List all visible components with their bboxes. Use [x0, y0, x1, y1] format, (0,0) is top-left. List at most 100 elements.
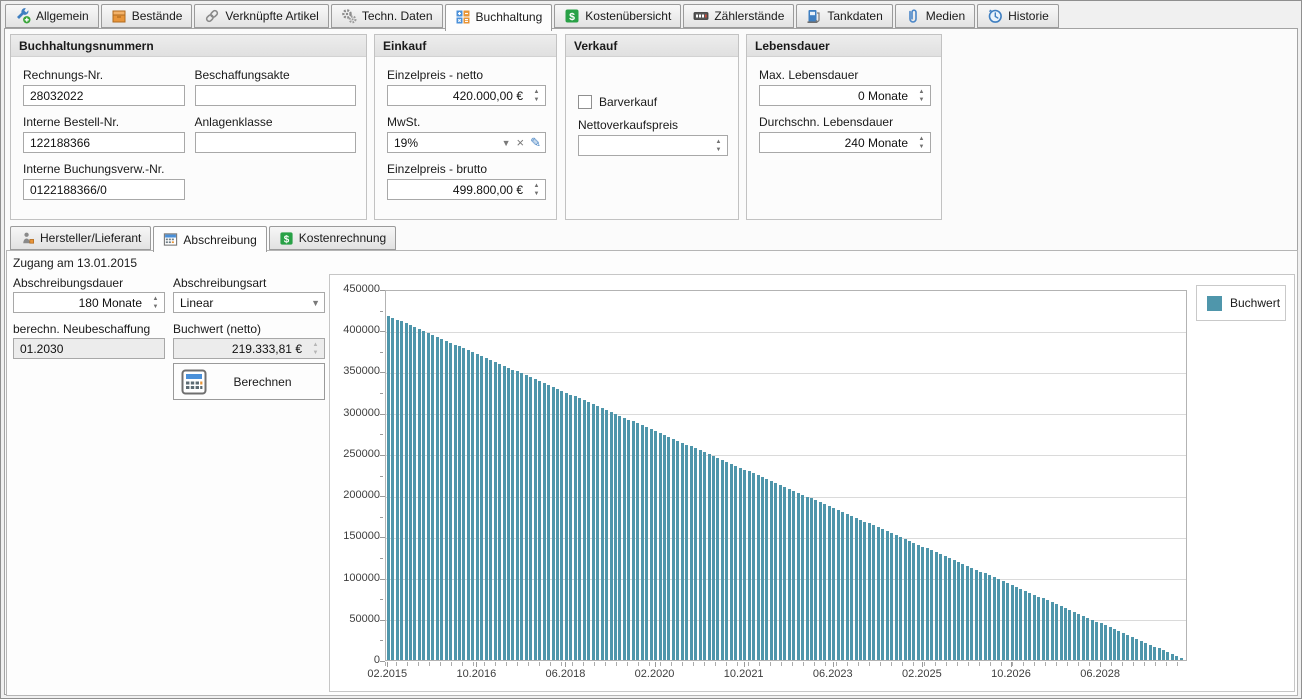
bar: [503, 366, 506, 660]
bar: [596, 406, 599, 660]
field-label: Anlagenklasse: [195, 115, 357, 129]
bar: [1019, 589, 1022, 660]
bar: [1068, 610, 1071, 660]
bar: [895, 535, 898, 660]
x-tick-mark: [565, 662, 566, 667]
edit-pencil-icon[interactable]: ✎: [530, 135, 541, 151]
plot-area: [385, 290, 1187, 661]
bar: [957, 562, 960, 660]
main-tabbar: Allgemein Bestände Verknüpfte Artikel Te…: [5, 4, 1059, 28]
checkbox-label: Barverkauf: [599, 95, 657, 109]
bar: [1082, 616, 1085, 660]
max-lebensdauer-input[interactable]: [760, 86, 930, 105]
x-axis-minor-ticks: [385, 662, 1187, 666]
einzelpreis-netto-input[interactable]: [388, 86, 545, 105]
y-tick-mark: [380, 620, 385, 621]
einzelpreis-brutto-input[interactable]: [388, 180, 545, 199]
bar: [569, 395, 572, 660]
bar: [592, 404, 595, 660]
bar: [877, 527, 880, 660]
berechnen-button[interactable]: Berechnen: [173, 363, 325, 400]
rechnungs-nr-input[interactable]: [24, 86, 184, 105]
bar: [806, 497, 809, 661]
group-verkauf: Verkauf Barverkauf Nettoverkaufspreis ▲▼: [565, 34, 739, 220]
tab-bestaende[interactable]: Bestände: [101, 4, 193, 28]
buchhaltung-page: Buchhaltungsnummern Rechnungs-Nr. Bescha…: [4, 28, 1298, 695]
spinner-buttons[interactable]: ▲▼: [915, 133, 928, 152]
bar: [855, 518, 858, 660]
bar: [1135, 639, 1138, 660]
bar: [659, 433, 662, 660]
bar: [667, 437, 670, 660]
abschreibungsart-dropdown[interactable]: [174, 293, 324, 312]
chevron-down-icon[interactable]: ▼: [502, 138, 511, 148]
field-label: Rechnungs-Nr.: [23, 68, 185, 82]
bar: [765, 479, 768, 660]
subtab-hersteller-lieferant[interactable]: Hersteller/Lieferant: [10, 226, 151, 250]
field-label: Beschaffungsakte: [195, 68, 357, 82]
barverkauf-checkbox[interactable]: [578, 95, 592, 109]
bar: [904, 539, 907, 660]
tab-label: Allgemein: [36, 9, 89, 23]
subtab-abschreibung[interactable]: Abschreibung: [153, 226, 266, 252]
beschaffungsakte-input[interactable]: [196, 86, 356, 105]
tab-techn-daten[interactable]: Techn. Daten: [331, 4, 443, 28]
spinner-buttons[interactable]: ▲▼: [530, 180, 543, 199]
spinner-buttons[interactable]: ▲▼: [915, 86, 928, 105]
anlagenklasse-input[interactable]: [196, 133, 356, 152]
chevron-down-icon[interactable]: ▼: [311, 298, 320, 308]
bar: [1104, 625, 1107, 660]
tab-kostenuebersicht[interactable]: $ Kostenübersicht: [554, 4, 681, 28]
bar: [560, 391, 563, 660]
y-tick-mark: [380, 455, 385, 456]
field-label: Durchschn. Lebensdauer: [759, 115, 931, 129]
subtab-kostenrechnung[interactable]: $ Kostenrechnung: [269, 226, 396, 250]
group-title: Verkauf: [566, 35, 738, 57]
y-tick-mark: [380, 496, 385, 497]
tab-verknuepfte-artikel[interactable]: Verknüpfte Artikel: [194, 4, 328, 28]
x-tick-label: 02.2025: [902, 668, 942, 680]
bar: [614, 414, 617, 660]
bar: [1011, 585, 1014, 660]
bar: [850, 516, 853, 660]
tab-medien[interactable]: Medien: [895, 4, 975, 28]
bar: [654, 431, 657, 660]
durchschn-lebensdauer-input[interactable]: [760, 133, 930, 152]
bar: [832, 508, 835, 660]
spinner-buttons[interactable]: ▲▼: [530, 86, 543, 105]
table-calc-icon: [163, 232, 178, 247]
grid-line: [386, 332, 1186, 333]
tab-historie[interactable]: Historie: [977, 4, 1059, 28]
spinner-buttons[interactable]: ▲▼: [712, 136, 725, 155]
tab-label: Medien: [926, 9, 965, 23]
bar: [601, 408, 604, 660]
bar: [574, 396, 577, 660]
tab-label: Tankdaten: [827, 9, 882, 23]
bar: [1033, 595, 1036, 660]
bar: [770, 481, 773, 660]
bar: [498, 364, 501, 660]
y-minor-tick-mark: [380, 311, 383, 312]
field-label: Interne Buchungsverw.-Nr.: [23, 162, 185, 176]
subtab-label: Hersteller/Lieferant: [40, 231, 141, 245]
field-label: Nettoverkaufspreis: [578, 118, 728, 132]
bar: [494, 362, 497, 660]
bar: [743, 470, 746, 660]
bar: [685, 445, 688, 660]
clear-icon[interactable]: ×: [517, 135, 525, 150]
bar: [534, 379, 537, 660]
abschreibungsdauer-input[interactable]: [14, 293, 164, 312]
tab-zaehlerstaende[interactable]: Zählerstände: [683, 4, 794, 28]
spinner-buttons[interactable]: ▲▼: [149, 293, 162, 312]
bar: [1042, 598, 1045, 660]
tab-tankdaten[interactable]: Tankdaten: [796, 4, 892, 28]
dollar-icon: $: [564, 8, 580, 24]
x-tick-label: 06.2028: [1080, 668, 1120, 680]
bar: [899, 537, 902, 660]
tab-buchhaltung[interactable]: Buchhaltung: [445, 4, 553, 31]
y-minor-tick-mark: [380, 599, 383, 600]
interne-buchungsverw-nr-input[interactable]: [24, 180, 184, 199]
nettoverkaufspreis-input[interactable]: [579, 136, 727, 155]
interne-bestell-nr-input[interactable]: [24, 133, 184, 152]
tab-allgemein[interactable]: Allgemein: [5, 4, 99, 28]
